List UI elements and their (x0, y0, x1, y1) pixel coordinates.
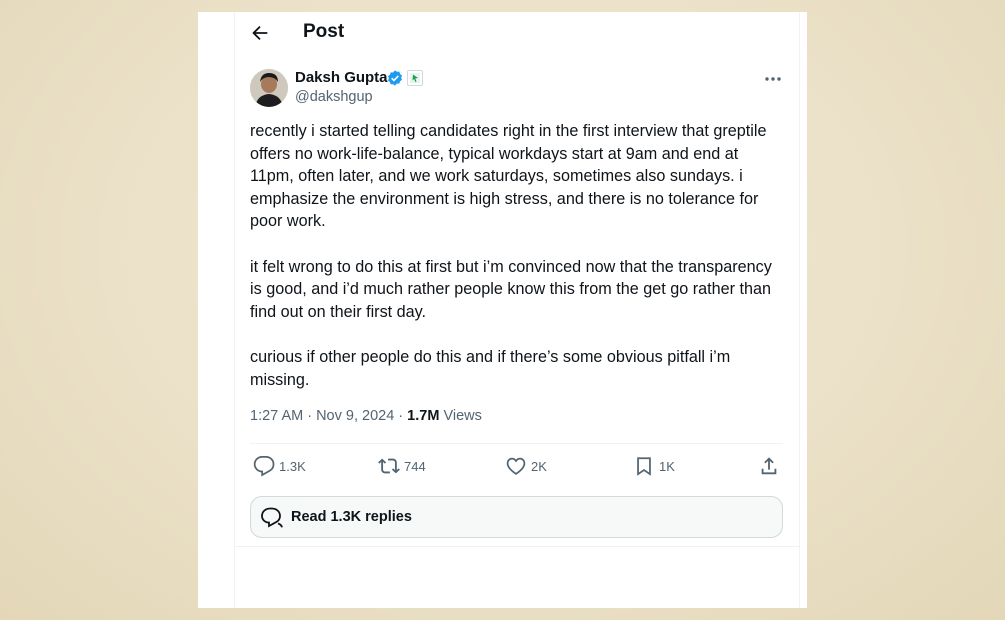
post-header: Post (235, 12, 799, 54)
divider (235, 546, 799, 547)
post-text: recently i started telling candidates ri… (250, 120, 785, 414)
views-count: 1.7M (407, 408, 440, 424)
repost-icon (378, 458, 400, 474)
share-button[interactable] (758, 454, 780, 478)
read-replies-label: Read 1.3K replies (291, 509, 412, 525)
action-bar: 1.3K 744 2K 1K (250, 454, 783, 478)
avatar[interactable] (250, 69, 288, 107)
page-title: Post (303, 21, 345, 42)
verified-badge-icon (388, 70, 402, 86)
bookmark-button[interactable]: 1K (633, 454, 675, 478)
like-button[interactable]: 2K (505, 454, 547, 478)
read-replies-button[interactable]: Read 1.3K replies (250, 496, 783, 538)
post-meta: 1:27 AM · Nov 9, 2024 · 1.7M Views (250, 408, 482, 424)
reply-icon (253, 455, 275, 477)
views-label: Views (439, 408, 482, 424)
bookmark-icon (637, 457, 651, 476)
post-timestamp[interactable]: 1:27 AM · Nov 9, 2024 · (250, 408, 407, 424)
affiliate-badge-icon[interactable] (407, 70, 423, 86)
post-paragraph: recently i started telling candidates ri… (250, 122, 767, 231)
conversation-icon (261, 507, 283, 528)
author-name[interactable]: Daksh Gupta (295, 69, 388, 86)
post-card: Post Daksh Gupta @dakshgup recently i st… (198, 12, 807, 608)
divider (250, 443, 783, 444)
bookmark-count: 1K (659, 458, 675, 474)
timeline-column: Post Daksh Gupta @dakshgup recently i st… (234, 12, 800, 608)
author-handle[interactable]: @dakshgup (295, 89, 373, 105)
back-arrow-icon[interactable] (249, 22, 271, 44)
like-icon (506, 457, 526, 475)
like-count: 2K (531, 458, 547, 474)
repost-button[interactable]: 744 (378, 454, 426, 478)
post-paragraph: it felt wrong to do this at first but i’… (250, 257, 772, 321)
post-paragraph: curious if other people do this and if t… (250, 347, 731, 389)
more-icon[interactable] (763, 72, 783, 86)
share-icon (761, 457, 777, 475)
reply-count: 1.3K (279, 458, 306, 474)
reply-button[interactable]: 1.3K (253, 454, 306, 478)
repost-count: 744 (404, 458, 426, 474)
